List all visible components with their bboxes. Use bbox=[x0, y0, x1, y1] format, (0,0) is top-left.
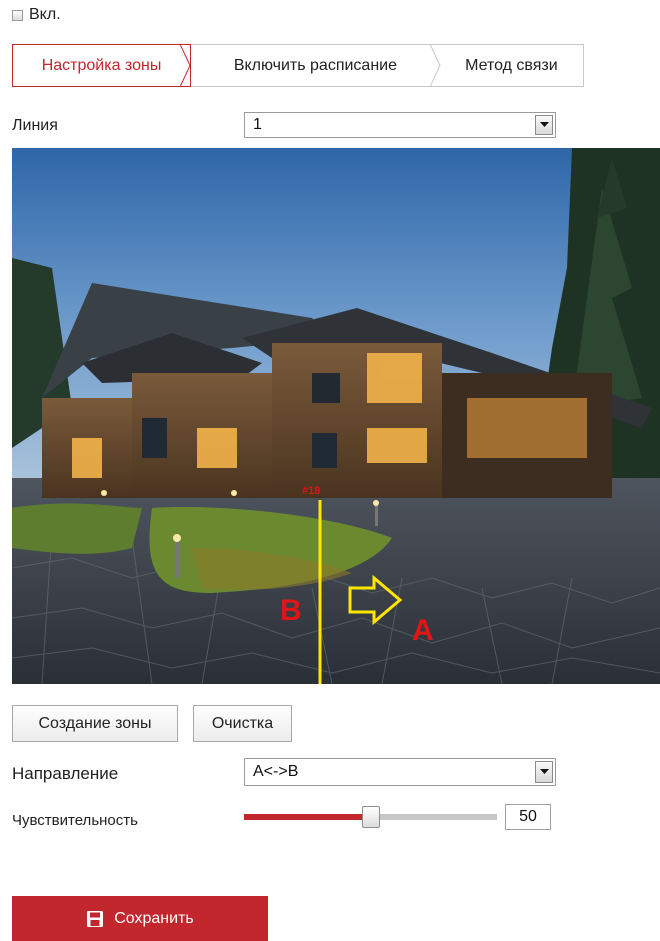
tab-separator-chevron bbox=[180, 44, 191, 87]
enable-checkbox-row[interactable]: Вкл. bbox=[12, 6, 61, 24]
tab-bar: Настройка зоны Включить расписание Метод… bbox=[12, 44, 584, 87]
sensitivity-label: Чувствительность bbox=[12, 812, 138, 829]
line-id-label: #18 bbox=[302, 485, 320, 497]
sensitivity-slider[interactable] bbox=[244, 806, 497, 828]
tab-enable-schedule[interactable]: Включить расписание bbox=[191, 44, 441, 87]
enable-label: Вкл. bbox=[29, 6, 61, 23]
save-button-label: Сохранить bbox=[114, 909, 194, 927]
sensitivity-value-input[interactable]: 50 bbox=[505, 804, 551, 830]
tab-zone-settings-label: Настройка зоны bbox=[41, 56, 162, 74]
chevron-down-icon[interactable] bbox=[535, 115, 553, 135]
clear-button[interactable]: Очистка bbox=[193, 705, 292, 742]
direction-label: Направление bbox=[12, 764, 119, 783]
line-label: Линия bbox=[12, 117, 58, 134]
tab-linkage-method-label: Метод связи bbox=[465, 56, 558, 74]
tab-zone-settings[interactable]: Настройка зоны bbox=[12, 44, 192, 87]
side-a-label: A bbox=[412, 614, 434, 647]
line-select[interactable]: 1 bbox=[244, 112, 556, 138]
save-button[interactable]: Сохранить bbox=[12, 896, 268, 941]
video-preview[interactable]: #18 B A bbox=[12, 148, 660, 684]
chevron-down-icon[interactable] bbox=[535, 761, 553, 783]
line-select-value: 1 bbox=[253, 116, 262, 133]
enable-checkbox[interactable] bbox=[12, 9, 23, 21]
direction-select-value: A<->B bbox=[253, 763, 299, 780]
direction-select[interactable]: A<->B bbox=[244, 758, 556, 786]
tab-enable-schedule-label: Включить расписание bbox=[233, 56, 397, 74]
save-icon bbox=[86, 910, 104, 928]
sensitivity-slider-handle[interactable] bbox=[361, 806, 380, 828]
tab-linkage-method[interactable]: Метод связи bbox=[440, 45, 583, 86]
sensitivity-slider-fill bbox=[244, 814, 371, 820]
tab-separator-chevron bbox=[429, 44, 441, 87]
create-zone-button[interactable]: Создание зоны bbox=[12, 705, 178, 742]
side-b-label: B bbox=[280, 594, 302, 627]
camera-image: #18 B A bbox=[12, 148, 660, 684]
